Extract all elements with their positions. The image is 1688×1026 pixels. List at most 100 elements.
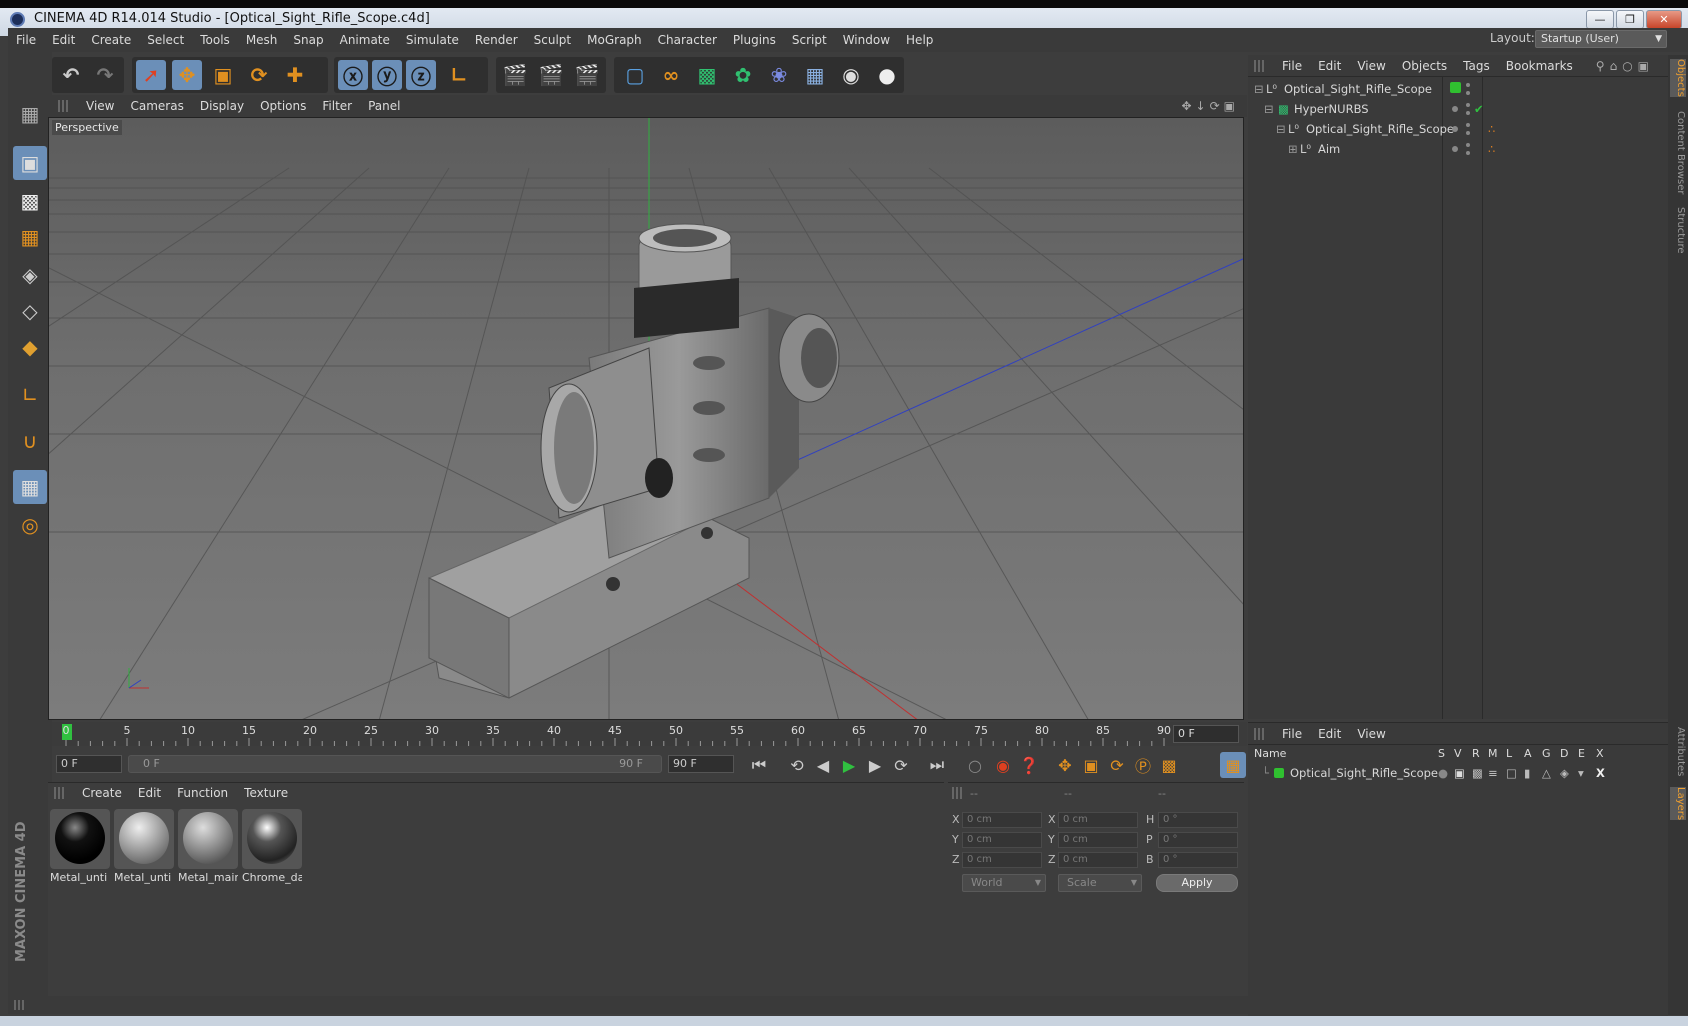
y-axis-icon[interactable]: ⓨ (372, 60, 402, 90)
x-axis-icon[interactable]: ⓧ (338, 60, 368, 90)
goto-start-icon[interactable]: ⏮ (746, 752, 772, 778)
size-z-field[interactable]: 0 cm (1058, 852, 1138, 868)
render-picture-viewer-icon[interactable]: 🎬 (536, 60, 566, 90)
texture-mode-icon[interactable]: ▩ (13, 184, 47, 218)
previous-frame-icon[interactable]: ◀ (810, 752, 836, 778)
menu-snap[interactable]: Snap (285, 33, 331, 47)
goto-end-icon[interactable]: ⏭ (924, 752, 950, 778)
tag-icon[interactable]: ∴ (1488, 139, 1495, 159)
panel-grip[interactable] (14, 1000, 26, 1010)
tree-row[interactable]: ⊟ L⁰ Optical_Sight_Rifle_Scope ∴ (1248, 119, 1668, 139)
menu-mesh[interactable]: Mesh (238, 33, 286, 47)
visibility-editor-icon[interactable] (1466, 83, 1470, 87)
expressions-icon[interactable]: ▾ (1578, 763, 1584, 783)
end-frame-field[interactable]: 90 F (668, 755, 734, 773)
viewport-menu-options[interactable]: Options (252, 99, 314, 113)
render-view-icon[interactable]: 🎬 (500, 60, 530, 90)
objects-menu-objects[interactable]: Objects (1394, 59, 1455, 73)
floor-icon[interactable]: ▦ (800, 60, 830, 90)
perspective-viewport[interactable]: Perspective (48, 117, 1244, 720)
col-expressions[interactable]: E (1578, 747, 1585, 760)
deformer-icon[interactable]: ❀ (764, 60, 794, 90)
material-menu-function[interactable]: Function (169, 786, 236, 800)
timeline-ruler[interactable]: 0 5 10 15 20 25 30 35 40 45 50 55 60 65 … (52, 722, 1247, 746)
col-view[interactable]: V (1454, 747, 1462, 760)
edges-mode-icon[interactable]: ◇ (13, 294, 47, 328)
col-locked[interactable]: L (1506, 747, 1512, 760)
record-keys-icon[interactable]: ○ (962, 752, 988, 778)
panel-grip[interactable] (1254, 727, 1266, 740)
add-object-icon[interactable]: ✚ (280, 60, 310, 90)
menu-simulate[interactable]: Simulate (398, 33, 467, 47)
live-selection-icon[interactable]: ➚ (136, 60, 166, 90)
visibility-editor-icon[interactable] (1466, 143, 1470, 147)
layer-color-icon[interactable] (1450, 82, 1461, 93)
pos-z-field[interactable]: 0 cm (962, 852, 1042, 868)
layer-color-icon[interactable] (1274, 768, 1284, 778)
previous-key-icon[interactable]: ⟲ (784, 752, 810, 778)
generators-icon[interactable]: △ (1542, 763, 1551, 783)
key-parameter-icon[interactable]: Ⓟ (1130, 752, 1156, 778)
axis-icon[interactable]: ∟ (13, 378, 47, 412)
object-mode-icon[interactable]: ▣ (13, 146, 47, 180)
camera-icon[interactable]: ◉ (836, 60, 866, 90)
tab-layers[interactable]: Layers (1670, 787, 1686, 821)
col-solo[interactable]: S (1438, 747, 1445, 760)
viewport-menu-panel[interactable]: Panel (360, 99, 408, 113)
key-rotation-icon[interactable]: ⟳ (1104, 752, 1130, 778)
snap-grid-icon[interactable]: ▦ (13, 470, 47, 504)
objects-menu-bookmarks[interactable]: Bookmarks (1498, 59, 1581, 73)
viewport-nav-icons[interactable]: ✥↓⟳▣ (1181, 99, 1239, 113)
menu-animate[interactable]: Animate (332, 33, 398, 47)
cube-icon[interactable]: ▢ (620, 60, 650, 90)
material-menu-edit[interactable]: Edit (130, 786, 169, 800)
menu-render[interactable]: Render (467, 33, 526, 47)
panel-grip[interactable] (58, 100, 70, 112)
menu-script[interactable]: Script (784, 33, 835, 47)
menu-mograph[interactable]: MoGraph (579, 33, 650, 47)
solo-icon[interactable]: ● (1438, 763, 1448, 783)
rot-p-field[interactable]: 0 ° (1158, 832, 1238, 848)
menu-select[interactable]: Select (139, 33, 192, 47)
move-icon[interactable]: ✥ (172, 60, 202, 90)
play-icon[interactable]: ▶ (836, 752, 862, 778)
pos-x-field[interactable]: 0 cm (962, 812, 1042, 828)
col-generators[interactable]: G (1542, 747, 1551, 760)
checkmark-icon[interactable]: ✔ (1474, 99, 1484, 119)
objects-menu-view[interactable]: View (1349, 59, 1393, 73)
magnet-icon[interactable]: ∪ (13, 424, 47, 458)
apply-button[interactable]: Apply (1156, 874, 1238, 892)
tree-row[interactable]: ⊞ L⁰ Aim ∴ (1248, 139, 1668, 159)
objects-menu-file[interactable]: File (1274, 59, 1310, 73)
col-manager[interactable]: M (1488, 747, 1498, 760)
deformers-icon[interactable]: ◈ (1560, 763, 1569, 783)
material-swatch[interactable]: Metal_unti (114, 809, 174, 884)
visibility-render-icon[interactable] (1466, 111, 1470, 115)
light-icon[interactable]: ● (872, 60, 902, 90)
rot-h-field[interactable]: 0 ° (1158, 812, 1238, 828)
panel-grip[interactable] (54, 787, 66, 799)
next-frame-icon[interactable]: ▶ (862, 752, 888, 778)
visibility-dot-icon[interactable] (1452, 126, 1458, 132)
layers-menu-edit[interactable]: Edit (1310, 727, 1349, 741)
objects-menu-tags[interactable]: Tags (1455, 59, 1498, 73)
menu-file[interactable]: File (8, 33, 44, 47)
expand-icon[interactable]: ⊟ (1254, 79, 1264, 99)
close-button[interactable]: ✕ (1646, 10, 1682, 29)
size-x-field[interactable]: 0 cm (1058, 812, 1138, 828)
rotate-icon[interactable]: ⟳ (244, 60, 274, 90)
polygons-mode-icon[interactable]: ◆ (13, 330, 47, 364)
key-position-icon[interactable]: ✥ (1052, 752, 1078, 778)
expand-icon[interactable]: ⊟ (1276, 119, 1286, 139)
col-xref[interactable]: X (1596, 747, 1604, 760)
layout-select[interactable]: Startup (User) ▼ (1535, 30, 1667, 48)
tab-structure[interactable]: Structure (1670, 207, 1686, 254)
material-swatch[interactable]: Chrome_da (242, 809, 302, 884)
visibility-dot-icon[interactable] (1452, 106, 1458, 112)
layers-menu-view[interactable]: View (1349, 727, 1393, 741)
pos-y-field[interactable]: 0 cm (962, 832, 1042, 848)
start-frame-field[interactable]: 0 F (56, 755, 122, 773)
render-icon[interactable]: ▩ (1472, 763, 1483, 783)
col-render[interactable]: R (1472, 747, 1480, 760)
visibility-render-icon[interactable] (1466, 151, 1470, 155)
